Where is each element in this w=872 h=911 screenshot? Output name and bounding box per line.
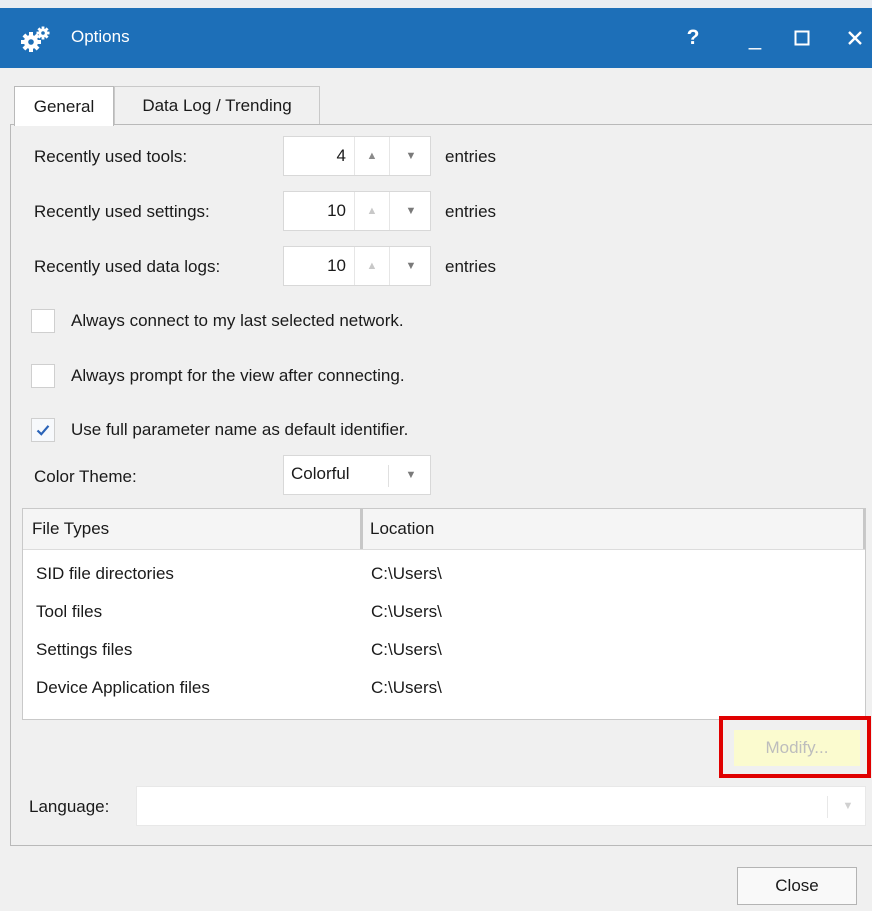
location-cell: C:\Users\ xyxy=(371,602,442,621)
checkmark-icon xyxy=(36,425,50,436)
location-cell: C:\Users\ xyxy=(371,640,442,659)
recent-tools-unit: entries xyxy=(445,147,497,166)
full-parameter-name-label: Use full parameter name as default ident… xyxy=(71,420,409,439)
file-type-cell: Device Application files xyxy=(36,678,210,697)
always-prompt-view-label: Always prompt for the view after connect… xyxy=(71,366,405,385)
dropdown-separator xyxy=(827,796,828,818)
title-bar: Options ? _ xyxy=(0,8,872,68)
file-type-cell: Settings files xyxy=(36,640,133,659)
color-theme-label: Color Theme: xyxy=(34,467,137,486)
tab-data-log-trending[interactable]: Data Log / Trending xyxy=(114,86,320,124)
column-header-file-types[interactable]: File Types xyxy=(32,519,109,539)
language-dropdown[interactable]: ▼ xyxy=(136,786,866,826)
triangle-down-icon[interactable]: ▼ xyxy=(392,247,430,285)
always-prompt-view-checkbox[interactable] xyxy=(31,364,55,388)
close-button[interactable]: Close xyxy=(737,867,857,905)
color-theme-dropdown[interactable]: Colorful ▼ xyxy=(283,455,431,495)
location-cell: C:\Users\ xyxy=(371,564,442,583)
maximize-icon xyxy=(794,30,810,46)
recent-tools-stepper[interactable]: 4 ▲ ▼ xyxy=(283,136,431,176)
recent-settings-value[interactable]: 10 xyxy=(284,192,346,230)
recent-data-logs-label: Recently used data logs: xyxy=(34,257,221,276)
triangle-down-icon[interactable]: ▼ xyxy=(392,137,430,175)
dropdown-separator xyxy=(388,465,389,487)
recent-settings-stepper[interactable]: 10 ▲ ▼ xyxy=(283,191,431,231)
recent-settings-unit: entries xyxy=(445,202,497,221)
file-type-cell: SID file directories xyxy=(36,564,174,583)
language-label: Language: xyxy=(29,797,110,816)
full-parameter-name-checkbox[interactable] xyxy=(31,418,55,442)
triangle-up-icon[interactable]: ▲ xyxy=(354,192,390,230)
table-header: File Types Location xyxy=(23,509,865,550)
tab-general[interactable]: General xyxy=(14,86,114,126)
triangle-down-icon[interactable]: ▼ xyxy=(392,192,430,230)
close-icon xyxy=(848,31,862,45)
minimize-button[interactable]: _ xyxy=(735,18,775,58)
table-row[interactable]: Tool files C:\Users\ xyxy=(23,593,865,631)
table-row[interactable]: Device Application files C:\Users\ xyxy=(23,669,865,707)
chevron-down-icon[interactable]: ▼ xyxy=(392,456,430,494)
recent-tools-label: Recently used tools: xyxy=(34,147,188,166)
recent-data-logs-stepper[interactable]: 10 ▲ ▼ xyxy=(283,246,431,286)
maximize-button[interactable] xyxy=(782,18,822,58)
recent-data-logs-value[interactable]: 10 xyxy=(284,247,346,285)
always-connect-label: Always connect to my last selected netwo… xyxy=(71,311,404,330)
recent-data-logs-unit: entries xyxy=(445,257,497,276)
column-resize-handle[interactable] xyxy=(360,509,363,549)
table-row[interactable]: Settings files C:\Users\ xyxy=(23,631,865,669)
triangle-up-icon[interactable]: ▲ xyxy=(354,247,390,285)
color-theme-value[interactable]: Colorful xyxy=(291,464,350,484)
recent-settings-label: Recently used settings: xyxy=(34,202,210,221)
chevron-down-icon[interactable]: ▼ xyxy=(831,787,865,825)
file-type-cell: Tool files xyxy=(36,602,103,621)
background-strip xyxy=(0,0,872,8)
triangle-up-icon[interactable]: ▲ xyxy=(354,137,390,175)
file-types-table: File Types Location SID file directories… xyxy=(22,508,866,720)
gears-icon xyxy=(20,25,52,53)
table-row[interactable]: SID file directories C:\Users\ xyxy=(23,555,865,593)
window-title: Options xyxy=(71,27,130,46)
column-header-location[interactable]: Location xyxy=(370,519,434,539)
modify-button[interactable]: Modify... xyxy=(734,730,860,766)
always-connect-checkbox[interactable] xyxy=(31,309,55,333)
window-close-button[interactable] xyxy=(838,18,872,58)
help-button[interactable]: ? xyxy=(673,18,713,58)
column-end-handle[interactable] xyxy=(863,509,865,549)
location-cell: C:\Users\ xyxy=(371,678,442,697)
recent-tools-value[interactable]: 4 xyxy=(284,137,346,175)
